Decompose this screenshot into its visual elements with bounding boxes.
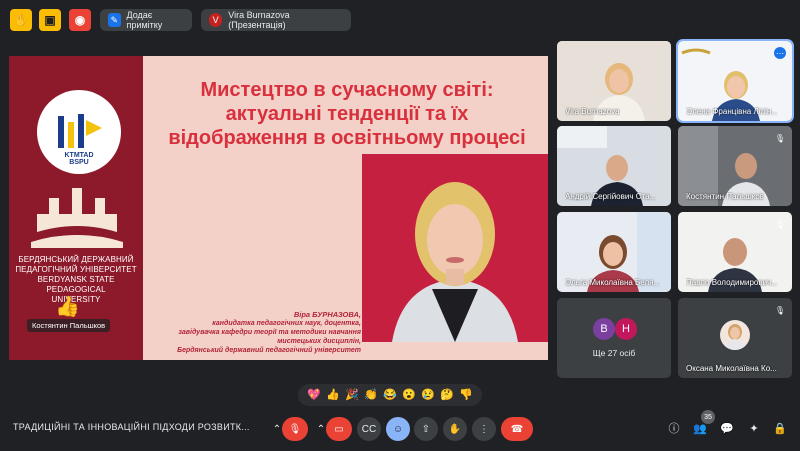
title-line1: Мистецтво в сучасному світі: xyxy=(200,79,494,101)
participant-name: Vira Burnazova xyxy=(565,107,620,116)
bottom-bar: ТРАДИЦІЙНІ ТА ІННОВАЦІЙНІ ПІДХОДИ РОЗВИТ… xyxy=(0,410,800,451)
speaker-portrait xyxy=(362,154,548,342)
slide: KTMTAD BSPU БЕРДЯНСЬКИЙ ДЕРЖАВНИЙ ПЕДАГО… xyxy=(9,56,548,360)
reaction-surprised-icon[interactable]: 😮 xyxy=(401,387,417,403)
reaction-sad-icon[interactable]: 😢 xyxy=(420,387,436,403)
slide-caption: Віра БУРНАЗОВА, кандидатка педагогічних … xyxy=(147,310,361,355)
reaction-laugh-icon[interactable]: 😂 xyxy=(382,387,398,403)
participant-avatar: B xyxy=(593,318,615,340)
participant-avatar xyxy=(720,320,750,350)
info-icon[interactable]: ⓘ xyxy=(666,420,682,436)
caption-line4: Бердянський державний педагогічний уніве… xyxy=(177,347,361,354)
uni-ua-line2: ПЕДАГОГІЧНИЙ УНІВЕРСИТЕТ xyxy=(15,265,137,274)
more-participants-label: Ще 27 осіб xyxy=(592,348,636,358)
caption-name: Віра БУРНАЗОВА, xyxy=(293,310,361,319)
reaction-thumbs-up-icon[interactable]: 👍 xyxy=(325,387,341,403)
more-participants-tile[interactable]: B Н Ще 27 осіб xyxy=(557,298,671,378)
participant-tile[interactable]: Vira Burnazova xyxy=(557,41,671,121)
reaction-clap-icon[interactable]: 👏 xyxy=(363,387,379,403)
captions-icon[interactable]: ▣ xyxy=(39,9,61,31)
reaction-thumbs-down-icon[interactable]: 👎 xyxy=(458,387,474,403)
hand-icon: ✋ xyxy=(448,423,462,435)
reaction-party-icon[interactable]: 🎉 xyxy=(344,387,360,403)
reaction-thinking-icon[interactable]: 🤔 xyxy=(439,387,455,403)
participant-tile[interactable]: 🎙 Павло Володимирович... xyxy=(678,212,792,292)
meeting-title: ТРАДИЦІЙНІ ТА ІННОВАЦІЙНІ ПІДХОДИ РОЗВИТ… xyxy=(13,422,250,432)
university-logo: KTMTAD BSPU xyxy=(37,90,121,174)
captions-button[interactable]: CC xyxy=(357,417,381,441)
add-note-label: Додає примітку xyxy=(126,10,163,30)
caption-line2: завідувачка кафедри теорії та методики н… xyxy=(178,329,361,336)
top-bar: ✋ ▣ ◉ ✎ Додає примітку V Vira Burnazova … xyxy=(0,0,800,40)
logo-sub: BSPU xyxy=(69,159,89,166)
participant-name: Андрій Сергійович Ста... xyxy=(565,192,657,201)
participant-tile[interactable]: 🎙 Костянтин Пальшков xyxy=(678,126,792,206)
caption-line1: кандидатка педагогічних наук, доцентка, xyxy=(212,320,361,327)
host-controls-icon[interactable]: 🔒 xyxy=(772,420,788,436)
raise-hand-button[interactable]: ✋ xyxy=(443,417,467,441)
slide-title: Мистецтво в сучасному світі: актуальні т… xyxy=(157,78,537,150)
presenter-pill[interactable]: V Vira Burnazova (Презентація) xyxy=(201,9,351,31)
presenter-avatar: V xyxy=(209,13,223,27)
camera-toggle-button[interactable]: ▭ xyxy=(326,417,352,441)
participant-name: Олена Францівна Лілін... xyxy=(686,107,778,116)
mic-off-icon: 🎙 xyxy=(774,305,786,315)
hand-raise-icon[interactable]: ✋ xyxy=(10,9,32,31)
participant-name: Ольга Миколаївна Беля... xyxy=(565,278,661,287)
note-icon: ✎ xyxy=(108,13,121,27)
uni-ua-line1: БЕРДЯНСЬКИЙ ДЕРЖАВНИЙ xyxy=(18,255,134,264)
hang-up-icon: ☎ xyxy=(510,423,524,435)
camera-off-icon: ▭ xyxy=(334,423,344,435)
logo-text: KTMTAD xyxy=(64,152,94,159)
participant-tile[interactable]: Андрій Сергійович Ста... xyxy=(557,126,671,206)
mic-off-icon: 🎙 xyxy=(774,219,786,229)
reaction-heart-icon[interactable]: 💖 xyxy=(306,387,322,403)
participant-name: Оксана Миколаївна Ко... xyxy=(686,364,777,373)
end-call-button[interactable]: ☎ xyxy=(501,417,533,441)
caption-line3: мистецьких дисциплін, xyxy=(277,338,361,345)
present-icon: ⇧ xyxy=(421,423,431,435)
present-button[interactable]: ⇧ xyxy=(414,417,438,441)
recording-icon[interactable]: ◉ xyxy=(69,9,91,31)
participant-tile[interactable]: ⋯ Олена Францівна Лілін... xyxy=(676,39,794,123)
presenter-label: Vira Burnazova (Презентація) xyxy=(228,10,290,30)
mic-toggle-button[interactable]: 🎙 xyxy=(282,417,308,441)
logo-icon xyxy=(58,114,102,148)
mic-off-icon: 🎙 xyxy=(774,133,786,143)
activities-icon[interactable]: ✦ xyxy=(746,420,762,436)
participant-name: Костянтин Пальшков xyxy=(686,192,765,201)
presenter-name-tag: Костянтин Пальшков xyxy=(27,319,111,332)
reactions-bar: 💖 👍 🎉 👏 😂 😮 😢 🤔 👎 xyxy=(298,384,482,406)
participant-avatar: Н xyxy=(615,318,637,340)
thumbs-up-reaction-icon: 👍 xyxy=(55,296,80,318)
participant-tile[interactable]: 🎙 Оксана Миколаївна Ко... xyxy=(678,298,792,378)
title-line3: відображення в освітньому процесі xyxy=(168,127,526,149)
chat-icon[interactable]: 💬 xyxy=(719,420,735,436)
emoji-button[interactable]: ☺ xyxy=(386,417,410,441)
title-line2: актуальні тенденції та їх xyxy=(225,103,469,125)
more-options-button[interactable]: ⋮ xyxy=(472,417,496,441)
captions-icon: CC xyxy=(361,423,377,435)
presentation-view: KTMTAD BSPU БЕРДЯНСЬКИЙ ДЕРЖАВНИЙ ПЕДАГО… xyxy=(9,42,548,375)
audio-active-icon: ⋯ xyxy=(774,47,786,59)
participant-tile[interactable]: Ольга Миколаївна Беля... xyxy=(557,212,671,292)
people-icon[interactable]: 👥 xyxy=(692,420,708,436)
uni-en-line1: BERDYANSK STATE PEDAGOGICAL xyxy=(37,275,115,294)
emoji-icon: ☺ xyxy=(392,423,404,435)
university-building-icon xyxy=(31,188,123,248)
mic-off-icon: 🎙 xyxy=(288,423,302,435)
add-note-button[interactable]: ✎ Додає примітку xyxy=(100,9,192,31)
more-vert-icon: ⋮ xyxy=(479,423,489,435)
participant-name: Павло Володимирович... xyxy=(686,278,778,287)
